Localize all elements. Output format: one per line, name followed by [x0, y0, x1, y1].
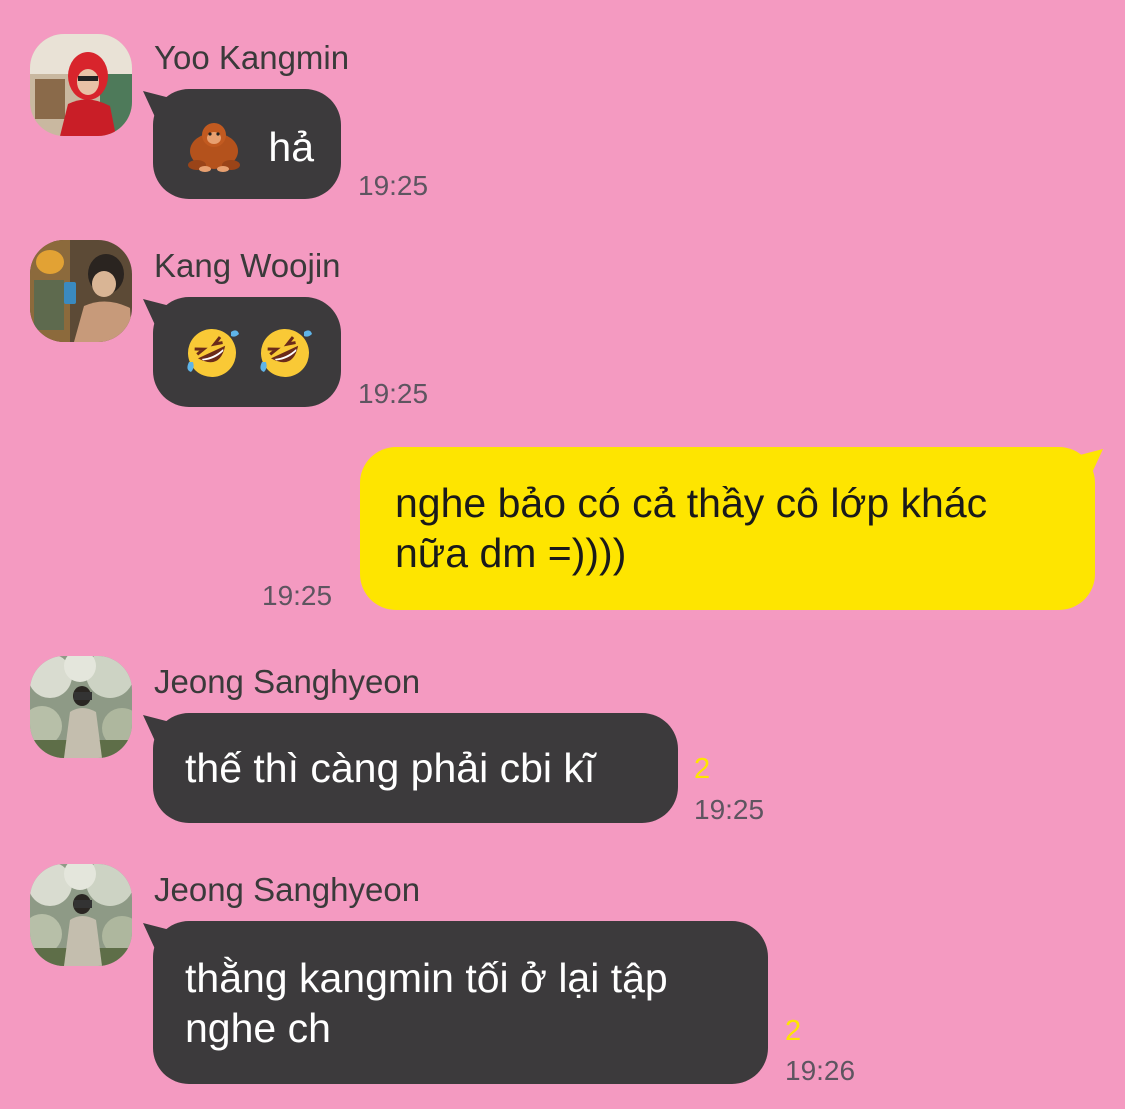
avatar-photo-red-hoodie — [30, 34, 132, 136]
message-line: nghe bảo có cả thầy cô lớp khác — [395, 480, 988, 526]
message-line: thằng kangmin tối ở lại tập — [185, 955, 668, 1001]
message-text: hả — [268, 124, 315, 171]
timestamp: 19:26 — [785, 1055, 856, 1086]
orangutan-emoji — [185, 121, 243, 173]
message-text: thế thì càng phải cbi kĩ — [185, 745, 596, 791]
avatar[interactable] — [30, 864, 132, 966]
sender-name: Yoo Kangmin — [154, 39, 350, 76]
timestamp: 19:25 — [694, 794, 765, 825]
timestamp: 19:25 — [358, 170, 429, 201]
unread-count: 2 — [785, 1015, 802, 1047]
message-line: nghe ch — [185, 1005, 331, 1051]
message-bubble[interactable] — [153, 297, 341, 407]
sender-name: Kang Woojin — [154, 247, 341, 284]
avatar-photo-tree-blossoms — [30, 864, 132, 966]
message-bubble[interactable]: thằng kangmin tối ở lại tập nghe ch — [153, 921, 768, 1084]
avatar[interactable] — [30, 240, 132, 342]
unread-count: 2 — [694, 753, 711, 785]
timestamp: 19:25 — [262, 580, 333, 611]
sender-name: Jeong Sanghyeon — [154, 663, 421, 700]
message-line: nữa dm =)))) — [395, 530, 627, 576]
timestamp: 19:25 — [358, 378, 429, 409]
avatar-photo-tree-blossoms — [30, 656, 132, 758]
my-message-bubble[interactable]: nghe bảo có cả thầy cô lớp khác nữa dm =… — [360, 447, 1095, 610]
sender-name: Jeong Sanghyeon — [154, 871, 421, 908]
avatar[interactable] — [30, 34, 132, 136]
avatar[interactable] — [30, 656, 132, 758]
rolling-on-floor-laughing-emoji — [258, 326, 313, 380]
avatar-photo-phone-selfie — [30, 240, 132, 342]
message-bubble[interactable]: hả — [153, 89, 341, 199]
chat-screen: { "theme": { "background": "#F49AC1", "i… — [0, 0, 1125, 1109]
rolling-on-floor-laughing-emoji — [185, 326, 239, 380]
message-bubble[interactable]: thế thì càng phải cbi kĩ — [153, 713, 678, 823]
